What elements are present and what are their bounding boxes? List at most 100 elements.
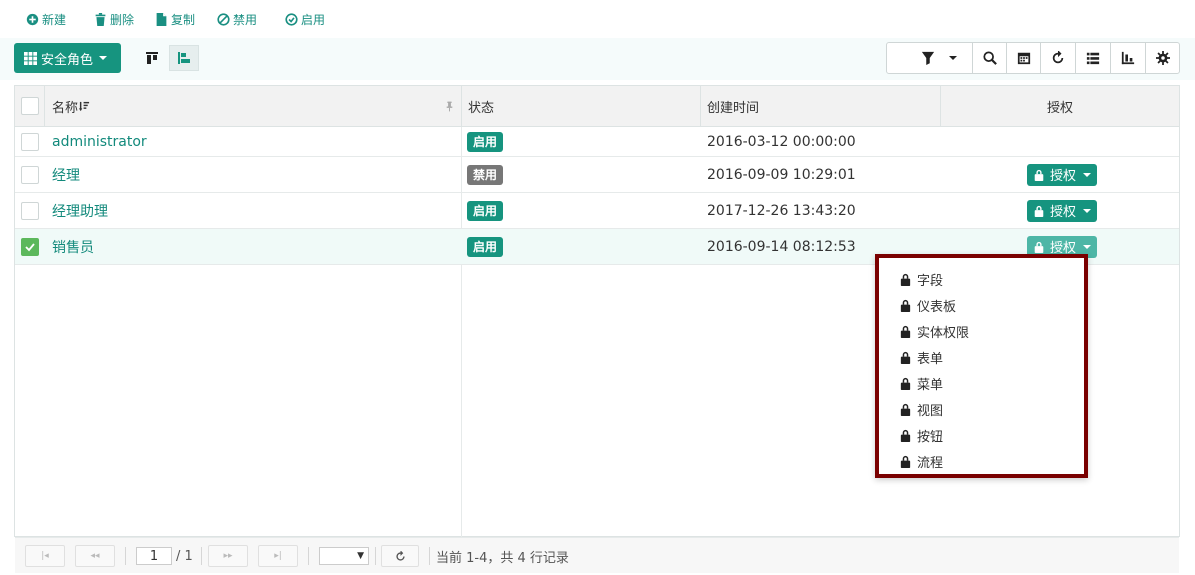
- auth-dropdown-menu: 字段 仪表板 实体权限 表单 菜单 视图 按钮 流程: [875, 254, 1088, 478]
- lock-icon: [900, 403, 911, 416]
- lock-icon: [900, 299, 911, 312]
- search-icon: [982, 51, 997, 65]
- delete-button[interactable]: 删除: [94, 11, 134, 27]
- table-row[interactable]: administrator 启用 2016-03-12 00:00:00: [15, 127, 1179, 157]
- ban-icon: [217, 12, 230, 26]
- first-page-button[interactable]: |◂: [25, 545, 65, 567]
- list-button[interactable]: [1075, 43, 1110, 73]
- layout-top-button[interactable]: [137, 45, 167, 71]
- chevron-down-icon: [1083, 244, 1092, 249]
- role-name-link[interactable]: administrator: [52, 134, 147, 150]
- record-summary: 当前 1-4，共 4 行记录: [436, 550, 569, 566]
- layout-top-icon: [146, 52, 158, 64]
- header-created[interactable]: 创建时间: [701, 86, 941, 126]
- settings-button[interactable]: [1145, 43, 1179, 73]
- menu-item-form[interactable]: 表单: [899, 346, 943, 368]
- auth-button[interactable]: 授权: [1027, 163, 1098, 186]
- header-created-label: 创建时间: [707, 100, 760, 116]
- created-cell: 2016-03-12 00:00:00: [707, 127, 856, 156]
- pager-divider: [429, 547, 430, 565]
- new-label: 新建: [42, 12, 67, 27]
- pin-icon[interactable]: [446, 101, 453, 112]
- auth-button-label: 授权: [1050, 205, 1077, 220]
- action-bar: 新建 删除 复制 禁用 启用: [0, 0, 1195, 38]
- header-auth[interactable]: 授权: [941, 86, 1179, 126]
- chart-button[interactable]: [1110, 43, 1145, 73]
- lock-icon: [1034, 241, 1044, 253]
- menu-item-view[interactable]: 视图: [899, 398, 943, 420]
- menu-item-menu[interactable]: 菜单: [899, 372, 943, 394]
- menu-item-button[interactable]: 按钮: [899, 424, 943, 446]
- menu-item-field[interactable]: 字段: [899, 268, 943, 290]
- status-badge: 禁用: [467, 164, 504, 185]
- row-checkbox[interactable]: [21, 165, 39, 184]
- pager-divider: [125, 547, 126, 565]
- menu-item-workflow[interactable]: 流程: [899, 450, 943, 472]
- copy-label: 复制: [171, 12, 196, 27]
- row-checkbox[interactable]: [21, 132, 39, 151]
- table-row[interactable]: 经理助理 启用 2017-12-26 13:43:20 授权: [15, 193, 1179, 229]
- row-checkbox-cell: [21, 157, 39, 192]
- page-size-select[interactable]: ▼: [319, 547, 369, 565]
- lock-icon: [900, 429, 911, 442]
- plus-circle-icon: [26, 13, 39, 25]
- status-badge: 启用: [467, 236, 504, 257]
- list-icon: [1086, 52, 1100, 65]
- header-auth-label: 授权: [1046, 100, 1073, 116]
- created-cell: 2016-09-14 08:12:53: [707, 229, 856, 264]
- menu-item-dashboard[interactable]: 仪表板: [899, 294, 956, 316]
- filter-button[interactable]: [887, 43, 972, 73]
- search-button[interactable]: [972, 43, 1006, 73]
- filter-icon: [921, 51, 934, 65]
- toolbar: 安全角色: [0, 38, 1195, 80]
- next-page-button[interactable]: ▸▸: [208, 545, 248, 567]
- refresh-button[interactable]: [1040, 43, 1075, 73]
- page-input[interactable]: 1: [136, 547, 172, 565]
- lock-icon: [900, 273, 911, 286]
- layout-left-button[interactable]: [169, 45, 199, 71]
- menu-item-label: 仪表板: [917, 299, 957, 315]
- new-button[interactable]: 新建: [26, 11, 66, 27]
- calendar-icon: [1017, 52, 1030, 65]
- role-name-link[interactable]: 销售员: [52, 237, 94, 257]
- row-checkbox-cell: [21, 127, 39, 156]
- header-status[interactable]: 状态: [462, 86, 701, 126]
- auth-button-label: 授权: [1050, 169, 1077, 184]
- status-badge: 启用: [467, 131, 504, 152]
- prev-page-button[interactable]: ◂◂: [75, 545, 115, 567]
- last-page-button[interactable]: ▸|: [258, 545, 298, 567]
- name-cell: 经理助理: [52, 193, 108, 228]
- enable-button[interactable]: 启用: [285, 11, 325, 27]
- lock-icon: [900, 455, 911, 468]
- security-role-label: 安全角色: [41, 52, 94, 68]
- calendar-button[interactable]: [1006, 43, 1040, 73]
- role-name-link[interactable]: 经理助理: [52, 201, 108, 221]
- select-all-checkbox[interactable]: [20, 97, 39, 115]
- row-checkbox-checked[interactable]: [21, 237, 39, 256]
- menu-item-label: 按钮: [917, 429, 944, 445]
- header-name-label: 名称: [52, 100, 79, 116]
- menu-item-entity-permission[interactable]: 实体权限: [899, 320, 969, 342]
- disable-button[interactable]: 禁用: [217, 11, 257, 27]
- trash-icon: [95, 12, 106, 26]
- header-status-label: 状态: [468, 100, 495, 116]
- table-header: 名称 状态 创建时间 授权: [15, 86, 1179, 127]
- lock-icon: [1034, 169, 1044, 181]
- lock-icon: [900, 325, 911, 338]
- reload-button[interactable]: [381, 545, 419, 567]
- auth-button[interactable]: 授权: [1027, 199, 1098, 222]
- menu-item-label: 流程: [917, 455, 944, 471]
- total-pages: / 1: [176, 548, 193, 564]
- grid-tools: [886, 42, 1180, 74]
- security-role-button[interactable]: 安全角色: [14, 43, 121, 73]
- row-checkbox[interactable]: [21, 201, 39, 220]
- menu-item-label: 表单: [917, 351, 944, 367]
- header-name[interactable]: 名称: [45, 86, 462, 126]
- pager-divider: [201, 547, 202, 565]
- table-row[interactable]: 经理 禁用 2016-09-09 10:29:01 授权: [15, 157, 1179, 193]
- name-cell: 经理: [52, 157, 80, 192]
- row-checkbox-cell: [21, 229, 39, 264]
- copy-button[interactable]: 复制: [155, 11, 195, 27]
- role-name-link[interactable]: 经理: [52, 165, 80, 185]
- name-cell: 销售员: [52, 229, 94, 264]
